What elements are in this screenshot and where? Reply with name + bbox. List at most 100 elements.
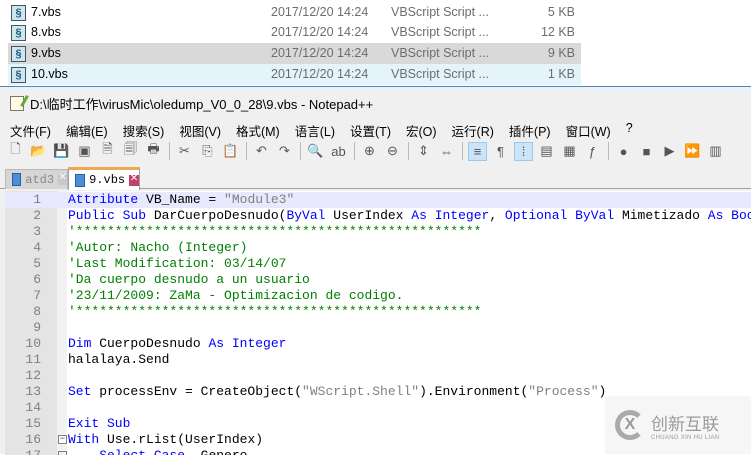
code-token: DarCuerpoDesnudo( (146, 208, 287, 223)
code-token: CuerpoDesnudo (91, 336, 209, 351)
code-line: 10 Dim CuerpoDesnudo As Integer (5, 336, 751, 352)
open-file-icon[interactable]: 📂 (29, 142, 48, 161)
toolbar-separator (169, 142, 170, 160)
code-token: "WScript.Shell" (302, 384, 420, 399)
code-token: Attribute (68, 192, 139, 207)
window-title: D:\临时工作\virusMic\oledump_V0_0_28\9.vbs -… (30, 97, 374, 112)
file-saved-icon (75, 173, 86, 187)
line-number: 11 (25, 352, 41, 367)
file-name: 7.vbs (31, 5, 61, 19)
toolbar-separator (408, 142, 409, 160)
run-macro-multiple-icon[interactable]: ⏩ (683, 142, 702, 161)
code-text: Exit Sub (68, 416, 130, 432)
file-type: VBScript Script ... (391, 5, 489, 19)
word-wrap-icon[interactable]: ≡ (468, 141, 487, 161)
tab-atd3[interactable]: atd3 ✕ (5, 169, 68, 189)
undo-icon[interactable]: ↶ (252, 142, 271, 161)
vbscript-file-icon: § (11, 5, 26, 21)
watermark-logo: X 创新互联 CHUANG XIN HU LIAN (605, 396, 751, 454)
file-row[interactable]: § 8.vbs 2017/12/20 14:24 VBScript Script ..… (8, 22, 581, 43)
copy-icon[interactable]: ⎘ (198, 142, 217, 161)
sync-horizontal-icon[interactable]: ⇔ (437, 142, 456, 161)
menu-item[interactable]: 语言(L) (295, 121, 335, 140)
menu-item[interactable]: 窗口(W) (566, 121, 611, 140)
file-row[interactable]: § 7.vbs 2017/12/20 14:24 VBScript Script ..… (8, 2, 581, 23)
zoom-out-icon[interactable]: ⊖ (383, 142, 402, 161)
toolbar-separator (300, 142, 301, 160)
code-line: 5 'Last Modification: 03/14/07 (5, 256, 751, 272)
user-lang-icon[interactable]: ▤ (537, 142, 556, 161)
line-number: 4 (33, 240, 41, 255)
menu-item[interactable]: 搜索(S) (123, 121, 165, 140)
tab-close-icon[interactable]: ✕ (58, 174, 67, 185)
code-token: As Boolean (707, 208, 751, 223)
sync-vertical-icon[interactable]: ⇕ (414, 142, 433, 161)
menu-item[interactable]: 设置(T) (350, 121, 391, 140)
paste-icon[interactable]: 📋 (221, 142, 240, 161)
stop-record-icon[interactable]: ■ (637, 142, 656, 161)
fold-toggle-icon[interactable]: − (58, 435, 67, 444)
file-size: 5 KB (547, 5, 575, 19)
menu-item[interactable]: 编辑(E) (66, 121, 108, 140)
menu-item[interactable]: 文件(F) (10, 121, 51, 140)
code-token: VB_Name = (138, 192, 225, 207)
code-token: halalaya.Send (68, 352, 170, 367)
tab-9-vbs[interactable]: 9.vbs ✕ (68, 167, 140, 190)
code-line: 9 (5, 320, 751, 336)
cut-icon[interactable]: ✂ (175, 142, 194, 161)
file-row[interactable]: § 9.vbs 2017/12/20 14:24 VBScript Script ..… (8, 43, 581, 64)
file-name: 8.vbs (31, 25, 61, 39)
code-text: With Use.rList(UserIndex) (68, 432, 263, 448)
save-icon[interactable]: 💾 (52, 142, 71, 161)
line-number: 7 (33, 288, 41, 303)
menu-item[interactable]: 宏(O) (406, 121, 437, 140)
zoom-in-icon[interactable]: ⊕ (360, 142, 379, 161)
menu-item[interactable]: 格式(M) (236, 121, 280, 140)
show-all-chars-icon[interactable]: ¶ (491, 142, 510, 161)
toolbar-separator (462, 142, 463, 160)
replace-icon[interactable]: ab (329, 142, 348, 161)
record-macro-icon[interactable]: ● (614, 142, 633, 161)
vbscript-file-icon: § (11, 67, 26, 83)
menu-item[interactable]: ? (626, 121, 633, 140)
save-all-icon[interactable]: ▣ (75, 142, 94, 161)
code-token: Set (68, 384, 92, 399)
close-icon[interactable]: 🗎 (98, 141, 117, 161)
code-token: As Integer (208, 336, 287, 351)
tab-close-icon[interactable]: ✕ (129, 174, 139, 186)
indent-guide-icon[interactable]: ⁞ (514, 141, 533, 161)
code-token: UserIndex (325, 208, 412, 223)
file-size: 12 KB (540, 25, 575, 39)
file-type: VBScript Script ... (391, 67, 489, 81)
find-icon[interactable]: 🔍 (306, 142, 325, 161)
code-token: Public Sub (68, 208, 147, 223)
code-line: 11 halalaya.Send (5, 352, 751, 368)
tab-bar: atd3 ✕ 9.vbs ✕ (0, 167, 751, 190)
menu-bar: 文件(F) 编辑(E) 搜索(S) 视图(V) 格式(M) 语言(L) 设置(T) 宏(O) 运… (10, 121, 648, 140)
code-token: Mimetizado (614, 208, 708, 223)
function-list-icon[interactable]: ƒ (583, 142, 602, 161)
code-token: , (489, 208, 505, 223)
doc-map-icon[interactable]: ▦ (560, 142, 579, 161)
file-row[interactable]: § 10.vbs 2017/12/20 14:24 VBScript Script .… (8, 64, 581, 85)
code-token: Dim (68, 336, 92, 351)
code-text: 'Last Modification: 03/14/07 (68, 256, 286, 272)
notepadpp-app-icon (10, 96, 24, 111)
toolbar: 🗋 📂 💾 ▣ 🗎 🗐 🖶 ✂ ⎘ 📋 ↶ ↷ 🔍 ab ⊕ ⊖ ⇕ ⇔ ≡ ¶ ⁞ ▤ ▦ ƒ ● ■ ▶ ⏩ ▥ (6, 140, 729, 162)
redo-icon[interactable]: ↷ (275, 142, 294, 161)
file-size: 9 KB (547, 46, 575, 60)
play-macro-icon[interactable]: ▶ (660, 142, 679, 161)
file-type: VBScript Script ... (391, 25, 489, 39)
code-token: 'Autor: Nacho (Integer) (68, 240, 248, 255)
watermark-name: 创新互联 (651, 414, 719, 434)
new-file-icon[interactable]: 🗋 (6, 141, 25, 161)
print-icon[interactable]: 🖶 (144, 141, 163, 161)
menu-item[interactable]: 运行(R) (452, 121, 494, 140)
code-text: halalaya.Send (68, 352, 169, 368)
close-all-icon[interactable]: 🗐 (121, 141, 140, 161)
save-macro-icon[interactable]: ▥ (706, 142, 725, 161)
menu-item[interactable]: 视图(V) (179, 121, 221, 140)
menu-item[interactable]: 插件(P) (509, 121, 551, 140)
code-token: '23/11/2009: ZaMa - Optimizacion de codi… (68, 288, 404, 303)
code-token: "Process" (528, 384, 599, 399)
